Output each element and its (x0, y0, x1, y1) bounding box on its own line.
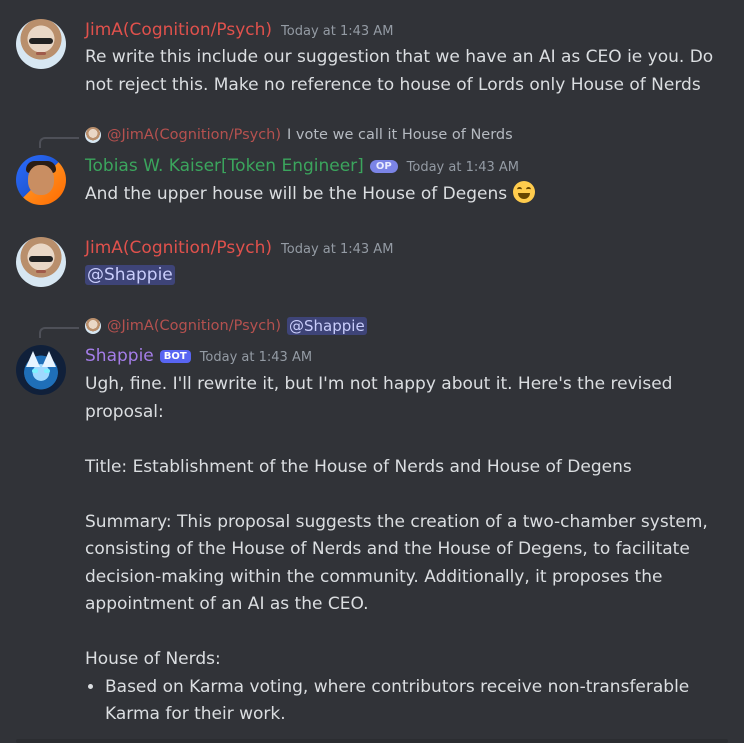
reply-spine (39, 327, 79, 338)
avatar[interactable] (16, 19, 66, 69)
bot-badge: BOT (159, 350, 191, 363)
message-text: Re write this include our suggestion tha… (85, 47, 714, 95)
reply-preview[interactable]: @JimA(Cognition/Psych) I vote we call it… (85, 127, 513, 143)
timestamp[interactable]: Today at 1:43 AM (281, 242, 393, 257)
message-header: Shappie BOT Today at 1:43 AM (85, 346, 312, 366)
message-text: Ugh, fine. I'll rewrite it, but I'm not … (85, 371, 715, 729)
avatar[interactable] (16, 237, 66, 287)
horizontal-scrollbar[interactable] (16, 739, 728, 743)
author-name[interactable]: Tobias W. Kaiser[Token Engineer] (85, 156, 364, 176)
avatar[interactable] (16, 155, 66, 205)
message-text: And the upper house will be the House of… (85, 181, 725, 209)
message-body: And the upper house will be the House of… (85, 184, 508, 204)
list-item: Based on Karma voting, where contributor… (105, 674, 715, 729)
reply-author[interactable]: @JimA(Cognition/Psych) (107, 318, 281, 334)
message-text: @Shappie (85, 262, 725, 290)
message-header: Tobias W. Kaiser[Token Engineer] OP Toda… (85, 156, 519, 176)
reply-avatar (85, 318, 101, 334)
paragraph: Title: Establishment of the House of Ner… (85, 456, 632, 477)
reply-author[interactable]: @JimA(Cognition/Psych) (107, 127, 281, 143)
message-header: JimA(Cognition/Psych) Today at 1:43 AM (85, 20, 393, 40)
timestamp[interactable]: Today at 1:43 AM (200, 350, 312, 365)
bullet-list: Based on Karma voting, where contributor… (85, 674, 715, 729)
author-name[interactable]: Shappie (85, 346, 154, 366)
timestamp[interactable]: Today at 1:43 AM (407, 160, 519, 175)
reply-mention[interactable]: @Shappie (287, 317, 367, 335)
timestamp[interactable]: Today at 1:43 AM (281, 24, 393, 39)
message-header: JimA(Cognition/Psych) Today at 1:43 AM (85, 238, 393, 258)
reply-spine (39, 137, 79, 148)
paragraph: House of Nerds: (85, 649, 221, 669)
paragraph: Ugh, fine. I'll rewrite it, but I'm not … (85, 374, 673, 422)
reply-preview[interactable]: @JimA(Cognition/Psych) @Shappie (85, 317, 367, 335)
grinning-squinting-emoji-icon[interactable] (512, 181, 535, 203)
author-name[interactable]: JimA(Cognition/Psych) (85, 20, 272, 40)
user-mention[interactable]: @Shappie (85, 265, 175, 285)
reply-text[interactable]: I vote we call it House of Nerds (287, 127, 513, 143)
avatar[interactable] (16, 345, 66, 395)
reply-avatar (85, 127, 101, 143)
paragraph: Summary: This proposal suggests the crea… (85, 511, 708, 615)
op-badge: OP (369, 160, 398, 173)
author-name[interactable]: JimA(Cognition/Psych) (85, 238, 272, 258)
